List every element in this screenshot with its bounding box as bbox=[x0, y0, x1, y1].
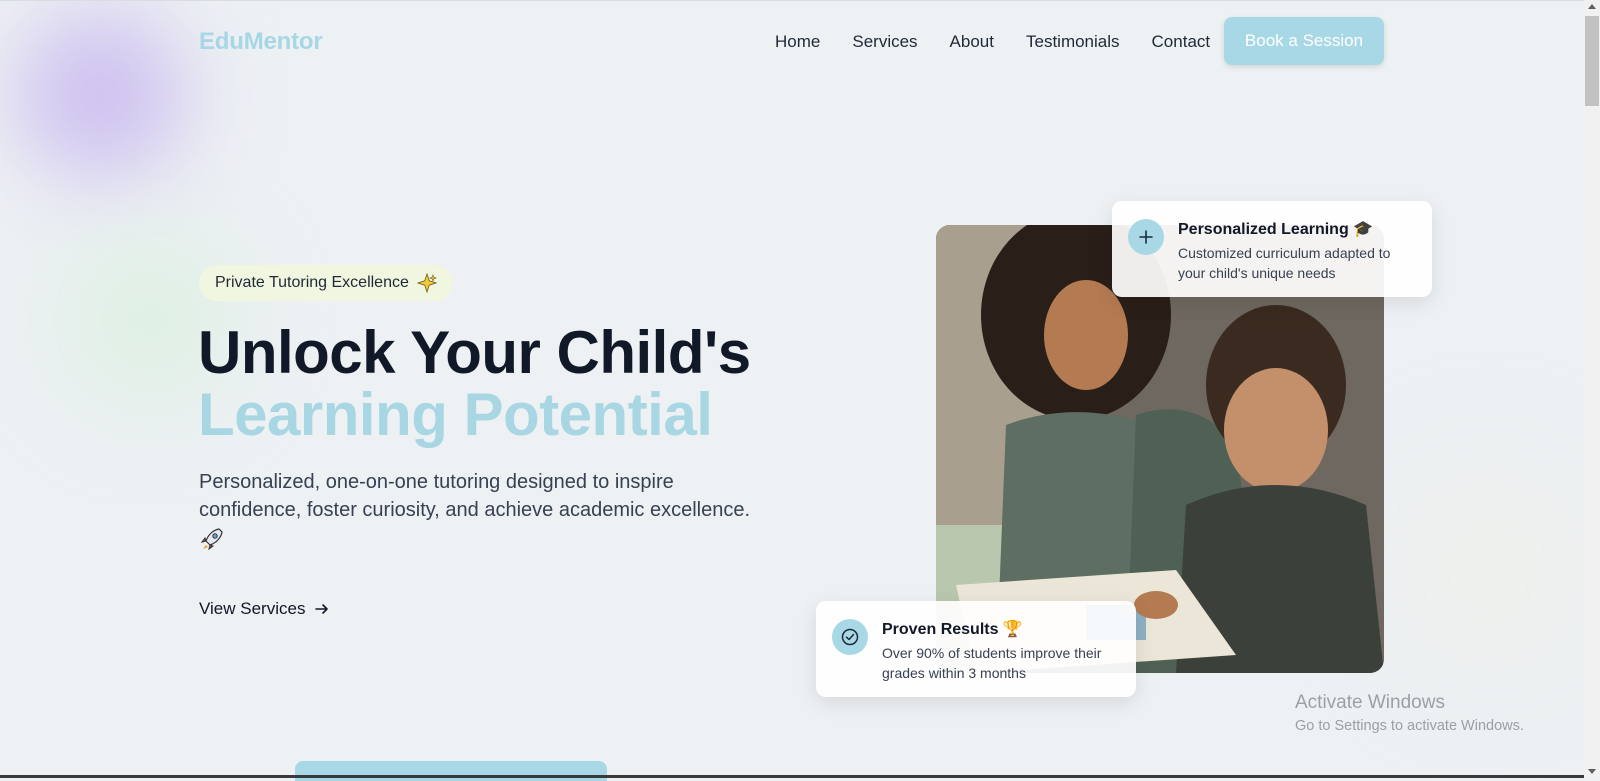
hero-title-line1: Unlock Your Child's bbox=[198, 319, 751, 386]
check-circle-icon bbox=[832, 619, 868, 655]
scroll-up-arrow-icon[interactable] bbox=[1588, 4, 1596, 9]
nav-item-contact[interactable]: Contact bbox=[1152, 32, 1211, 52]
nav-item-home[interactable]: Home bbox=[775, 32, 820, 52]
top-border bbox=[0, 0, 1584, 1]
nav-item-about[interactable]: About bbox=[950, 32, 994, 52]
activate-windows-subtitle: Go to Settings to activate Windows. bbox=[1295, 718, 1524, 734]
personalized-learning-title: Personalized Learning 🎓 bbox=[1178, 221, 1374, 238]
view-services-link[interactable]: View Services bbox=[199, 599, 329, 619]
personalized-learning-text: Customized curriculum adapted to your ch… bbox=[1178, 245, 1391, 281]
hero-description: Personalized, one-on-one tutoring design… bbox=[199, 468, 769, 552]
arrow-right-icon bbox=[315, 604, 329, 614]
hero-badge-label: Private Tutoring Excellence bbox=[215, 274, 409, 291]
view-services-label: View Services bbox=[199, 599, 306, 618]
plus-icon bbox=[1128, 219, 1164, 255]
main-nav: Home Services About Testimonials Contact bbox=[775, 32, 1242, 52]
decorative-blob-purple bbox=[0, 0, 200, 190]
proven-results-title: Proven Results 🏆 bbox=[882, 621, 1023, 638]
scroll-down-arrow-icon[interactable] bbox=[1588, 769, 1596, 774]
book-session-button[interactable]: Book a Session bbox=[1224, 17, 1384, 65]
next-section-button-partial[interactable] bbox=[295, 761, 607, 781]
proven-results-card: Proven Results 🏆 Over 90% of students im… bbox=[816, 601, 1136, 697]
activate-windows-title: Activate Windows bbox=[1295, 692, 1445, 713]
hero-title-line2: Learning Potential bbox=[198, 381, 713, 448]
hero-title: Unlock Your Child's Learning Potential bbox=[198, 322, 751, 446]
nav-item-testimonials[interactable]: Testimonials bbox=[1026, 32, 1120, 52]
page-scrollbar[interactable] bbox=[1584, 0, 1600, 778]
proven-results-text: Over 90% of students improve their grade… bbox=[882, 645, 1102, 681]
activate-windows-watermark: Activate Windows Go to Settings to activ… bbox=[1295, 692, 1524, 734]
nav-item-services[interactable]: Services bbox=[852, 32, 917, 52]
sparkle-icon bbox=[416, 273, 437, 293]
hero-badge: Private Tutoring Excellence bbox=[199, 265, 453, 301]
decorative-blob-soft bbox=[1360, 420, 1600, 720]
personalized-learning-card: Personalized Learning 🎓 Customized curri… bbox=[1112, 201, 1432, 297]
rocket-icon bbox=[200, 528, 223, 551]
scrollbar-thumb[interactable] bbox=[1585, 16, 1599, 106]
brand-logo[interactable]: EduMentor bbox=[199, 28, 323, 56]
hero-description-text: Personalized, one-on-one tutoring design… bbox=[199, 471, 751, 521]
